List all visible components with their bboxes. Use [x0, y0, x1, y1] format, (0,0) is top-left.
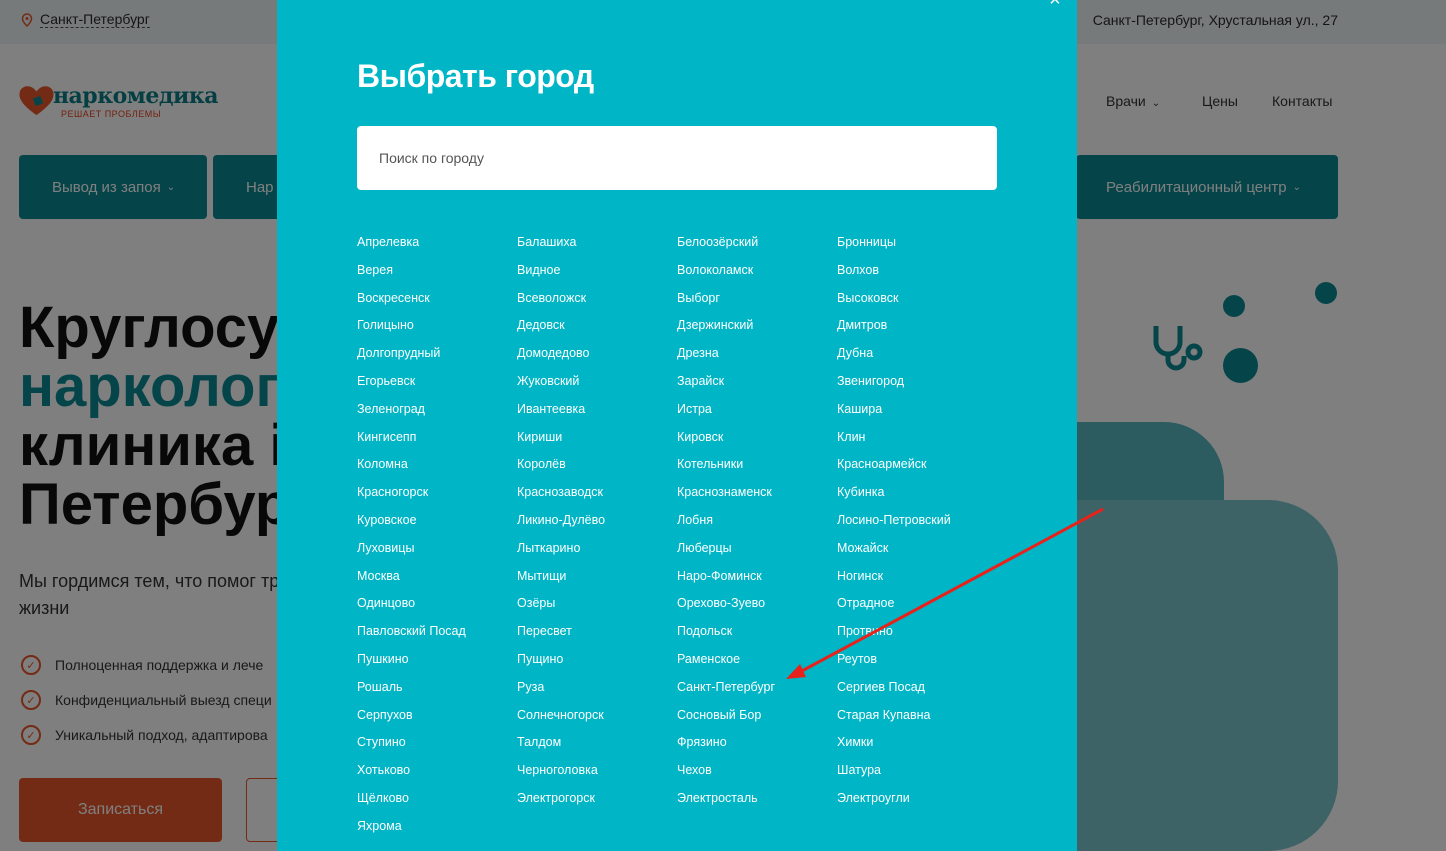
city-option[interactable]: Кубинка [837, 479, 997, 507]
city-option[interactable]: Кириши [517, 424, 677, 452]
city-option[interactable]: Дрезна [677, 340, 837, 368]
city-option[interactable]: Бронницы [837, 229, 997, 257]
city-option[interactable]: Ступино [357, 729, 517, 757]
city-option[interactable]: Солнечногорск [517, 702, 677, 730]
city-option[interactable]: Дедовск [517, 312, 677, 340]
city-option[interactable]: Протвино [837, 618, 997, 646]
city-option[interactable]: Москва [357, 563, 517, 591]
city-select-modal: × Выбрать город АпрелевкаБалашихаБелоозё… [277, 0, 1077, 851]
city-option[interactable]: Кировск [677, 424, 837, 452]
city-option[interactable]: Красноармейск [837, 451, 997, 479]
city-option[interactable]: Всеволожск [517, 285, 677, 313]
city-option[interactable]: Щёлково [357, 785, 517, 813]
city-option[interactable]: Дубна [837, 340, 997, 368]
city-list: Апрелевка Балашиха Белоозёрский Бронницы Вер… [357, 229, 997, 841]
city-option[interactable]: Санкт-Петербург [677, 674, 837, 702]
city-option[interactable]: Зеленоград [357, 396, 517, 424]
city-option[interactable]: Голицыно [357, 312, 517, 340]
city-option[interactable]: Дмитров [837, 312, 997, 340]
city-option[interactable]: Фрязино [677, 729, 837, 757]
city-option[interactable]: Пущино [517, 646, 677, 674]
city-option[interactable]: Мытищи [517, 563, 677, 591]
city-option[interactable]: Лосино-Петровский [837, 507, 997, 535]
city-option[interactable]: Электроугли [837, 785, 997, 813]
city-option[interactable]: Люберцы [677, 535, 837, 563]
city-option[interactable]: Ликино-Дулёво [517, 507, 677, 535]
city-option[interactable]: Серпухов [357, 702, 517, 730]
city-option[interactable]: Раменское [677, 646, 837, 674]
city-option[interactable]: Коломна [357, 451, 517, 479]
city-option[interactable]: Одинцово [357, 590, 517, 618]
city-option[interactable]: Видное [517, 257, 677, 285]
city-option[interactable]: Выборг [677, 285, 837, 313]
city-option[interactable]: Красногорск [357, 479, 517, 507]
city-option[interactable]: Сергиев Посад [837, 674, 997, 702]
city-option[interactable]: Можайск [837, 535, 997, 563]
city-option[interactable]: Сосновый Бор [677, 702, 837, 730]
city-option[interactable]: Краснознаменск [677, 479, 837, 507]
city-option[interactable]: Звенигород [837, 368, 997, 396]
city-option[interactable]: Луховицы [357, 535, 517, 563]
city-option[interactable]: Краснозаводск [517, 479, 677, 507]
city-option[interactable]: Реутов [837, 646, 997, 674]
city-option[interactable]: Шатура [837, 757, 997, 785]
city-option[interactable]: Старая Купавна [837, 702, 997, 730]
city-option[interactable]: Озёры [517, 590, 677, 618]
city-option[interactable]: Волхов [837, 257, 997, 285]
city-option[interactable]: Подольск [677, 618, 837, 646]
close-icon[interactable]: × [1045, 0, 1065, 10]
city-option[interactable]: Котельники [677, 451, 837, 479]
city-option[interactable]: Химки [837, 729, 997, 757]
city-option[interactable]: Белоозёрский [677, 229, 837, 257]
city-option[interactable]: Апрелевка [357, 229, 517, 257]
city-option[interactable]: Черноголовка [517, 757, 677, 785]
city-option[interactable]: Хотьково [357, 757, 517, 785]
city-option[interactable]: Ногинск [837, 563, 997, 591]
city-option[interactable]: Клин [837, 424, 997, 452]
city-option[interactable]: Рошаль [357, 674, 517, 702]
city-option[interactable]: Жуковский [517, 368, 677, 396]
city-option[interactable]: Наро-Фоминск [677, 563, 837, 591]
city-option[interactable]: Электрогорск [517, 785, 677, 813]
city-option[interactable]: Верея [357, 257, 517, 285]
city-option[interactable]: Лыткарино [517, 535, 677, 563]
city-option[interactable]: Долгопрудный [357, 340, 517, 368]
city-search-input[interactable] [357, 126, 997, 190]
city-option[interactable]: Талдом [517, 729, 677, 757]
modal-title: Выбрать город [357, 58, 594, 94]
city-option[interactable]: Ивантеевка [517, 396, 677, 424]
city-option[interactable]: Куровское [357, 507, 517, 535]
city-option[interactable]: Яхрома [357, 813, 517, 841]
city-option[interactable]: Орехово-Зуево [677, 590, 837, 618]
city-option[interactable]: Чехов [677, 757, 837, 785]
city-option[interactable]: Егорьевск [357, 368, 517, 396]
city-option[interactable]: Пушкино [357, 646, 517, 674]
city-option[interactable]: Зарайск [677, 368, 837, 396]
city-option[interactable]: Электросталь [677, 785, 837, 813]
city-option[interactable]: Воскресенск [357, 285, 517, 313]
city-option[interactable]: Истра [677, 396, 837, 424]
city-option[interactable]: Павловский Посад [357, 618, 517, 646]
city-option[interactable]: Королёв [517, 451, 677, 479]
city-option[interactable]: Волоколамск [677, 257, 837, 285]
city-option[interactable]: Дзержинский [677, 312, 837, 340]
city-option[interactable]: Лобня [677, 507, 837, 535]
city-option[interactable]: Кашира [837, 396, 997, 424]
city-option[interactable]: Домодедово [517, 340, 677, 368]
city-option[interactable]: Кингисепп [357, 424, 517, 452]
city-option[interactable]: Высоковск [837, 285, 997, 313]
city-option[interactable]: Балашиха [517, 229, 677, 257]
city-option[interactable]: Пересвет [517, 618, 677, 646]
city-option[interactable]: Отрадное [837, 590, 997, 618]
city-option[interactable]: Руза [517, 674, 677, 702]
